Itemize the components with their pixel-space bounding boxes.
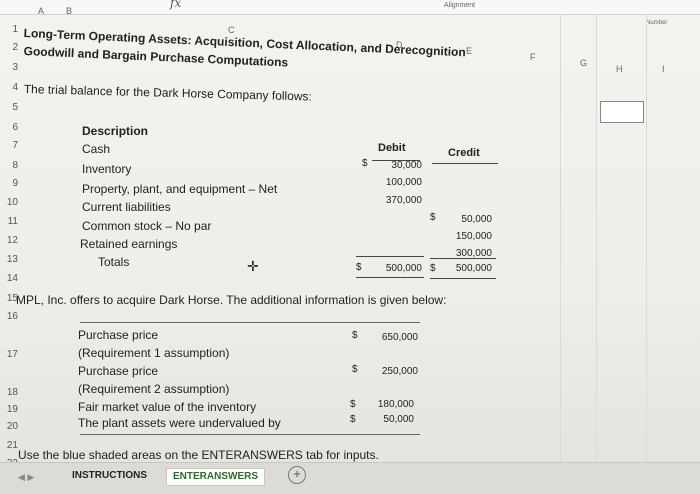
tb-row-description: Current liabilities bbox=[82, 200, 171, 214]
totals-debit: 500,000 bbox=[385, 263, 422, 274]
sheet-nav-arrows[interactable]: ◀ ▶ bbox=[18, 472, 34, 483]
row-header[interactable]: 12 bbox=[0, 235, 18, 246]
number-group-label: Number bbox=[646, 20, 668, 26]
row-header[interactable]: 6 bbox=[0, 122, 18, 133]
totals-credit-symbol: $ bbox=[430, 263, 436, 274]
col-header-a[interactable]: A bbox=[38, 6, 44, 20]
additional-label: Fair market value of the inventory bbox=[78, 400, 257, 414]
description-header: Description bbox=[82, 124, 149, 138]
row-header[interactable]: 3 bbox=[0, 62, 18, 73]
col-header-g[interactable]: G bbox=[580, 58, 587, 72]
offer-text: MPL, Inc. offers to acquire Dark Horse. … bbox=[16, 293, 447, 307]
row-header[interactable]: 21 bbox=[0, 440, 18, 451]
formula-bar-fx-icon[interactable]: fx bbox=[170, 0, 181, 10]
tb-row-credit: 150,000 bbox=[455, 231, 492, 242]
col-header-e[interactable]: E bbox=[466, 46, 472, 60]
row-header[interactable]: 4 bbox=[0, 82, 18, 93]
debit-header: Debit bbox=[378, 142, 406, 154]
row-header[interactable]: 5 bbox=[0, 102, 18, 113]
row-header[interactable]: 10 bbox=[0, 197, 18, 208]
intro-text: The trial balance for the Dark Horse Com… bbox=[23, 82, 313, 104]
additional-label: The plant assets were undervalued by bbox=[78, 416, 281, 430]
add-sheet-icon[interactable]: + bbox=[288, 466, 306, 484]
debit-double-underline bbox=[356, 277, 424, 278]
tb-row-debit: 100,000 bbox=[385, 177, 422, 188]
tb-row-debit: 30,000 bbox=[391, 160, 422, 171]
row-header[interactable]: 17 bbox=[0, 349, 18, 360]
footer-instructions: Use the blue shaded areas on the ENTERAN… bbox=[18, 448, 379, 462]
tab-instructions[interactable]: INSTRUCTIONS bbox=[66, 468, 153, 484]
selected-cell[interactable] bbox=[600, 101, 644, 123]
row-header[interactable]: 20 bbox=[0, 421, 18, 432]
credit-total-line bbox=[430, 258, 496, 259]
tb-row-description: Common stock – No par bbox=[82, 219, 212, 233]
row-header[interactable]: 16 bbox=[0, 311, 18, 322]
col-header-b[interactable]: B bbox=[66, 6, 72, 20]
totals-debit-symbol: $ bbox=[356, 262, 362, 273]
additional-label: Purchase price bbox=[78, 364, 159, 378]
row-header[interactable]: 9 bbox=[0, 178, 18, 189]
row-header[interactable]: 1 bbox=[0, 24, 18, 35]
ribbon: fx Alignment bbox=[0, 0, 700, 15]
grid-line bbox=[596, 14, 597, 494]
row-header[interactable]: 8 bbox=[0, 160, 18, 171]
col-header-i[interactable]: I bbox=[662, 64, 665, 78]
additional-value: 250,000 bbox=[381, 366, 418, 377]
tb-row-credit-symbol: $ bbox=[430, 212, 436, 223]
additional-symbol: $ bbox=[350, 399, 356, 410]
additional-label: (Requirement 2 assumption) bbox=[78, 382, 230, 396]
totals-credit: 500,000 bbox=[455, 263, 492, 274]
col-header-f[interactable]: F bbox=[530, 52, 536, 66]
spreadsheet: fx Alignment Number A B C D E F G H I 1 … bbox=[0, 0, 700, 494]
additional-bottom-line bbox=[80, 434, 420, 435]
debit-total-line bbox=[356, 256, 424, 257]
row-header[interactable]: 18 bbox=[0, 387, 18, 398]
additional-label: (Requirement 1 assumption) bbox=[78, 346, 230, 360]
totals-label: Totals bbox=[98, 255, 130, 269]
tb-row-description: Retained earnings bbox=[80, 237, 178, 251]
tb-row-description: Inventory bbox=[82, 162, 132, 176]
row-header[interactable]: 2 bbox=[0, 42, 18, 53]
grid-line bbox=[560, 14, 561, 494]
credit-header: Credit bbox=[448, 147, 480, 159]
additional-value: 50,000 bbox=[383, 414, 414, 425]
tb-row-description: Property, plant, and equipment – Net bbox=[82, 182, 278, 196]
additional-symbol: $ bbox=[350, 414, 356, 425]
row-header[interactable]: 19 bbox=[0, 404, 18, 415]
col-header-h[interactable]: H bbox=[616, 64, 623, 78]
row-header[interactable]: 14 bbox=[0, 273, 18, 284]
credit-double-underline bbox=[430, 278, 496, 279]
additional-top-line bbox=[80, 322, 420, 323]
row-header[interactable]: 7 bbox=[0, 140, 18, 151]
additional-value: 180,000 bbox=[377, 399, 414, 410]
additional-value: 650,000 bbox=[381, 332, 418, 343]
credit-header-underline bbox=[432, 163, 498, 164]
tb-row-credit: 50,000 bbox=[461, 214, 492, 225]
row-header[interactable]: 11 bbox=[0, 216, 18, 227]
tb-row-debit: 370,000 bbox=[385, 195, 422, 206]
tb-row-description: Cash bbox=[82, 142, 111, 156]
additional-symbol: $ bbox=[352, 330, 358, 341]
tb-row-debit-symbol: $ bbox=[362, 158, 368, 169]
row-header[interactable]: 13 bbox=[0, 254, 18, 265]
cell-cursor-icon: ✛ bbox=[247, 258, 259, 274]
additional-label: Purchase price bbox=[78, 328, 159, 342]
grid-line bbox=[646, 14, 647, 494]
alignment-group-label: Alignment bbox=[444, 2, 476, 9]
tab-enteranswers[interactable]: ENTERANSWERS bbox=[166, 468, 266, 486]
additional-symbol: $ bbox=[352, 364, 358, 375]
